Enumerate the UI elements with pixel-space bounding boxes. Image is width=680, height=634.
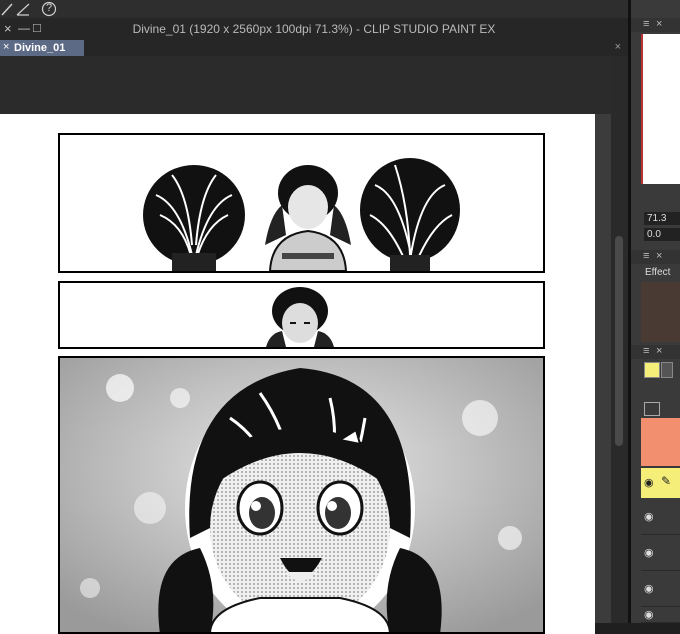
pen-icon: ✎ <box>661 474 672 488</box>
help-icon[interactable]: ? <box>41 1 57 17</box>
navigator-preview[interactable] <box>641 34 680 184</box>
effect-preview <box>641 282 680 342</box>
layer-folder-row[interactable] <box>641 418 680 466</box>
layer-row[interactable]: ◉ <box>641 500 680 535</box>
ruler-icon[interactable] <box>15 1 31 17</box>
command-bar: ? <box>0 0 628 19</box>
title-bar: × — □ Divine_01 (1920 x 2560px 100dpi 71… <box>0 18 628 40</box>
tab-divine-01[interactable]: × Divine_01 <box>0 40 84 56</box>
layer-row[interactable]: ◉ <box>641 536 680 571</box>
layer-panel-header: ≡ × <box>631 345 680 359</box>
layer-color-swatch[interactable] <box>644 362 660 378</box>
effect-tab-label[interactable]: Effect <box>645 267 670 278</box>
navigator-zoom-field[interactable]: 71.3 <box>644 212 680 225</box>
layer-row-selected[interactable]: ◉ ✎ <box>641 468 680 498</box>
panel-close-icon[interactable]: × <box>656 18 662 30</box>
effect-panel-header: ≡ × <box>631 250 680 264</box>
canvas-margin <box>0 56 628 114</box>
eye-icon[interactable]: ◉ <box>644 476 654 489</box>
layer-panel-tool-icon[interactable] <box>644 402 660 416</box>
navigator-angle-field[interactable]: 0.0 <box>644 228 680 241</box>
window-title: Divine_01 (1920 x 2560px 100dpi 71.3%) -… <box>132 22 496 36</box>
document-tab-bar: × Divine_01 × <box>0 40 628 56</box>
manga-page[interactable] <box>0 114 595 634</box>
navigator-panel-header: ≡ × <box>631 18 680 32</box>
tab-close-button[interactable]: × <box>3 41 9 53</box>
panel-menu-icon[interactable]: ≡ <box>643 345 649 357</box>
layer-row[interactable]: ◉ <box>641 606 680 623</box>
panel-close-icon[interactable]: × <box>656 250 662 262</box>
brush-icon[interactable] <box>0 1 16 17</box>
comic-panel-1[interactable] <box>58 133 545 273</box>
tab-label: Divine_01 <box>14 42 66 54</box>
canvas-scrollbar[interactable] <box>611 56 628 623</box>
panel-1-artwork <box>143 158 460 271</box>
panel-menu-icon[interactable]: ≡ <box>643 18 649 30</box>
scrollbar-thumb[interactable] <box>615 236 623 446</box>
eye-icon[interactable]: ◉ <box>644 582 654 595</box>
tab-bar-close-button[interactable]: × <box>615 41 621 53</box>
eye-icon[interactable]: ◉ <box>644 608 654 621</box>
comic-panel-2[interactable] <box>58 281 545 349</box>
help-glyph: ? <box>46 2 53 14</box>
eye-icon[interactable]: ◉ <box>644 510 654 523</box>
panel-2-artwork <box>266 287 334 347</box>
panel-menu-icon[interactable]: ≡ <box>643 250 649 262</box>
comic-panel-3[interactable] <box>58 356 545 634</box>
layer-blend-dropdown[interactable] <box>661 362 673 378</box>
canvas-area[interactable] <box>0 56 628 634</box>
layer-row[interactable]: ◉ <box>641 572 680 607</box>
panel-3-artwork <box>60 358 543 632</box>
eye-icon[interactable]: ◉ <box>644 546 654 559</box>
panel-close-icon[interactable]: × <box>656 345 662 357</box>
right-panel-dock: ≡ × 71.3 0.0 ≡ × Effect ≡ × ◉ ✎ ◉ ◉ ◉ ◉ <box>628 0 680 623</box>
